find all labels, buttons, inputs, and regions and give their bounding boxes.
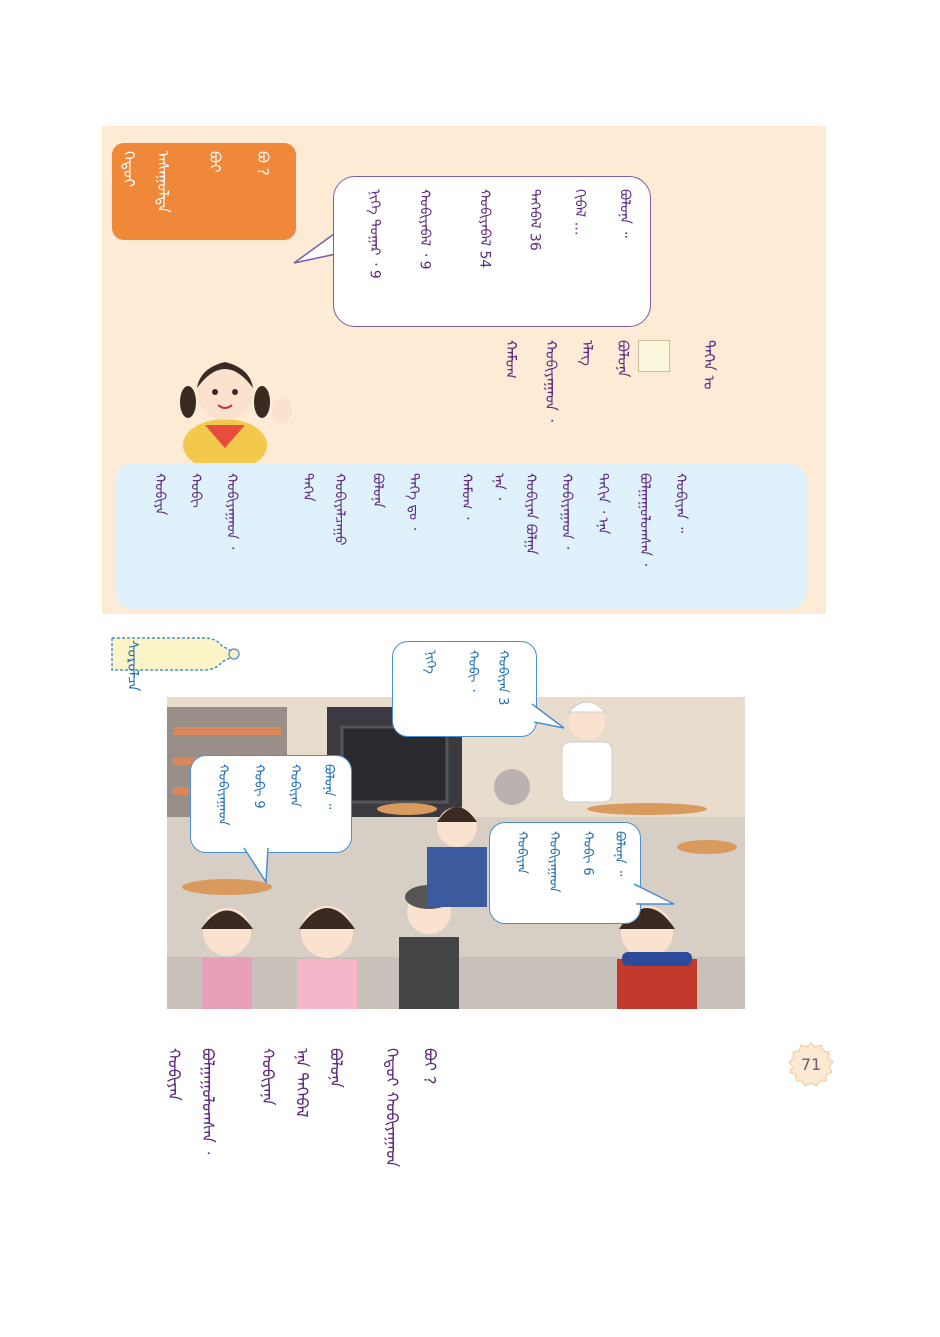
info-line-5: ᠬᠤᠪᠢᠶᠠᠨ ᠪᠤᠯᠭᠠ [522,473,539,555]
bottom-line-5: ᠬᠤᠪᠢᠶᠠᠨᠠ [258,1048,278,1106]
left-line-2: ᠬᠤᠪᠢᠶᠠᠨ [287,764,303,807]
info-line-1: ᠬᠤᠪᠢᠶᠠᠨ ᠃ [672,473,689,533]
right-speech-bubble: ᠪᠤᠯᠤᠨᠠ ᠃ ᠬᠤᠪᠢ 6 ᠬᠤᠪᠢᠶᠠᠭᠠᠳ ᠬᠤᠪᠢᠶᠠᠨ [489,822,641,924]
bottom-line-2: ᠬᠡᠳᠦᠢ ᠬᠤᠪᠢᠶᠠᠭᠠᠳ [382,1048,402,1168]
chef-line-3: ᠨᠢᠭᠡ [423,650,439,674]
bottom-line-1: ᠪᠤᠢ ? [420,1048,440,1085]
info-line-4: ᠬᠤᠪᠢᠶᠠᠭᠠᠳ ᠂ [558,473,575,550]
bottom-line-3: ᠪᠤᠯᠤᠨᠠ [326,1048,346,1089]
bottom-line-4: ᠡᠨᠡ ᠲᠡᠭᠡᠪᠡᠯ [292,1048,312,1118]
left-speech-bubble: ᠪᠤᠯᠤᠨᠠ ᠃ ᠬᠤᠪᠢᠶᠠᠨ ᠬᠤᠪᠢ 9 ᠬᠤᠪᠢᠶᠠᠭᠠᠳ [190,755,352,853]
bottom-line-7: ᠬᠤᠪᠢᠶᠠᠨ [164,1048,184,1101]
right-line-2: ᠬᠤᠪᠢ 6 [580,831,596,876]
question-line-5: ᠬᠠᠮᠤᠭ [502,340,520,379]
info-panel: ᠬᠤᠪᠢᠶᠠᠨ ᠃ ᠪᠤᠯᠭᠠᠭᠤᠯᠤᠭᠰᠠᠨ ᠂ ᠳᠠᠬᠢᠨ ᠂ ᠡᠨᠡ ᠬᠤ… [115,463,807,609]
bottom-line-6: ᠪᠤᠯᠭᠠᠭᠤᠯᠤᠭᠰᠠᠨ ᠂ [198,1048,218,1155]
question-line-4: ᠬᠤᠪᠢᠶᠠᠭᠠᠳ ᠂ [542,340,560,422]
info-line-7: ᠬᠠᠮᠤᠭ ᠂ [458,473,475,520]
left-line-4: ᠬᠤᠪᠢᠶᠠᠭᠠᠳ [215,764,231,826]
right-line-3: ᠬᠤᠪᠢᠶᠠᠭᠠᠳ [546,831,562,893]
right-line-4: ᠬᠤᠪᠢᠶᠠᠨ [514,831,530,874]
bubble-line-2: ᠬᠢᠪᠡᠯ … [571,189,588,236]
info-line-3: ᠳᠠᠬᠢᠨ ᠂ ᠡᠨᠡ [594,473,611,535]
tag-line-3: ᠪᠤᠢ [206,151,224,173]
bubble-line-4: ᠬᠤᠪᠢᠶᠠᠪᠠᠯ 54 [476,189,493,269]
info-line-2: ᠪᠤᠯᠭᠠᠭᠤᠯᠤᠭᠰᠠᠨ ᠂ [636,473,653,567]
tag-line-2: ᠠᠰᠠᠭᠤᠯᠲᠠ [154,151,172,213]
info-line-6: ᠡᠨᠡ ᠂ [490,473,507,500]
right-line-1: ᠪᠤᠯᠤᠨᠠ ᠃ [612,831,628,877]
left-line-1: ᠪᠤᠯᠤᠨᠠ ᠃ [321,764,337,810]
bubble-line-5: ᠬᠤᠪᠢᠶᠠᠪᠠᠯ ᠂ 9 [416,189,433,270]
question-tag: ᠬᠡᠳᠦᠢ ᠠᠰᠠᠭᠤᠯᠲᠠ ᠪᠤᠢ ᠪᠤ ? [112,143,296,240]
info-line-14: ᠬᠤᠪᠢᠶᠠ [151,473,168,516]
info-line-10: ᠬᠤᠪᠢᠶᠠᠯᠴᠠᠭᠤ [331,473,348,546]
bubble-line-1: ᠪᠤᠯᠤᠨᠠ ᠃ [616,189,633,238]
page-number: 71 [800,1055,822,1074]
left-line-3: ᠬᠤᠪᠢ 9 [251,764,267,809]
info-line-11: ᠲᠡᠭᠡᠨ [299,473,316,502]
tag-line-1: ᠬᠡᠳᠦᠢ [120,151,138,188]
question-line-3: ᠡᠯᠡᠭ [578,340,596,366]
right-bubble-tail [633,883,675,905]
chef-line-2: ᠬᠤᠪᠢ ᠂ [465,650,481,692]
answer-box[interactable] [638,340,670,372]
info-line-12: ᠬᠤᠪᠢᠶᠠᠭᠠᠳ ᠂ [223,473,240,550]
info-line-13: ᠬᠤᠪᠢ [187,473,204,508]
bubble-line-6: ᠨᠢᠭᠡ ᠳᠤᠭᠠᠷ ᠂ 9 [366,189,383,279]
left-bubble-tail [243,847,269,885]
chef-bubble-tail [531,703,565,729]
info-line-8: ᠲᠡᠭᠡ ᠳᠤ ᠂ [405,473,422,531]
info-line-9: ᠪᠤᠯᠤᠨᠠ [369,473,386,509]
bubble-line-3: ᠲᠡᠭᠡᠪᠡᠯ 36 [526,189,543,251]
question-line-2: ᠪᠤᠯᠤᠨᠠ [614,340,632,378]
girl-illustration [180,362,292,465]
tag-line-4: ᠪᠤ ? [254,151,272,176]
speech-bubble: ᠪᠤᠯᠤᠨᠠ ᠃ ᠬᠢᠪᠡᠯ … ᠲᠡᠭᠡᠪᠡᠯ 36 ᠬᠤᠪᠢᠶᠠᠪᠠᠯ 54… [333,176,651,327]
section-label-text: ᠰᠤᠷᠤᠯᠴᠠ [124,640,142,692]
chef-line-1: ᠬᠤᠪᠢᠶᠠᠨ 3 [495,650,511,706]
chef-speech-bubble: ᠬᠤᠪᠢᠶᠠᠨ 3 ᠬᠤᠪᠢ ᠂ ᠨᠢᠭᠡ [392,641,537,737]
question-line-1: ᠲᠡᠭᠡᠨ ᠤ [700,340,718,390]
